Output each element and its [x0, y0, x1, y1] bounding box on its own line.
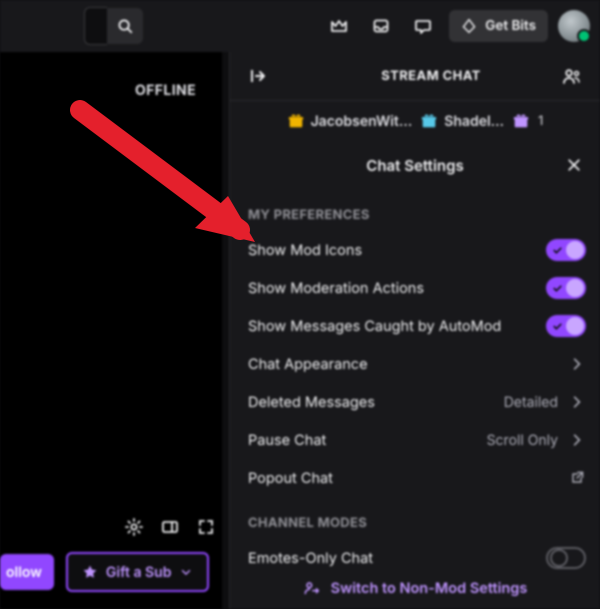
- topbar: Get Bits: [0, 0, 600, 52]
- section-label-channel-modes: CHANNEL MODES: [230, 497, 600, 539]
- pref-label: Show Mod Icons: [248, 242, 546, 259]
- search-wrap: [84, 8, 148, 44]
- theatre-icon: [160, 517, 180, 537]
- chat-header: STREAM CHAT: [230, 52, 600, 101]
- prime-loot-button[interactable]: [323, 10, 355, 42]
- check-icon: [552, 321, 563, 332]
- follow-button[interactable]: ollow: [0, 554, 54, 590]
- pref-label: Emotes-Only Chat: [248, 550, 546, 567]
- collapse-chat-button[interactable]: [242, 60, 274, 92]
- chevron-right-icon: [568, 394, 586, 410]
- search-input[interactable]: [84, 7, 107, 45]
- crown-icon: [329, 16, 349, 36]
- gear-icon: [124, 517, 144, 537]
- toggle[interactable]: [546, 277, 586, 299]
- pref-label: Popout Chat: [248, 470, 568, 487]
- toggle[interactable]: [546, 547, 586, 569]
- gifter-item[interactable]: 1: [512, 112, 543, 130]
- pref-show-mod-actions[interactable]: Show Moderation Actions: [230, 269, 600, 307]
- pref-value: Detailed: [504, 394, 558, 411]
- pref-pause-chat[interactable]: Pause Chat Scroll Only: [230, 421, 600, 459]
- pref-label: Show Moderation Actions: [248, 280, 546, 297]
- settings-gear-button[interactable]: [118, 511, 150, 543]
- gift-icon: [420, 112, 438, 130]
- channel-action-bar: ollow Gift a Sub: [0, 551, 222, 593]
- gifter-name: JacobsenWit…: [311, 113, 413, 130]
- close-button[interactable]: [562, 153, 586, 177]
- gift-icon: [287, 112, 305, 130]
- fullscreen-button[interactable]: [190, 511, 222, 543]
- search-icon: [116, 17, 134, 35]
- gifter-item[interactable]: Shadel…: [420, 112, 504, 130]
- gifter-name: Shadel…: [444, 113, 504, 130]
- pref-value: Scroll Only: [487, 432, 558, 449]
- gift-sub-button[interactable]: Gift a Sub: [66, 552, 210, 592]
- theatre-mode-button[interactable]: [154, 511, 186, 543]
- switch-nonmod-label: Switch to Non-Mod Settings: [331, 580, 528, 597]
- popout-icon: [568, 470, 586, 486]
- check-icon: [552, 283, 563, 294]
- gift-sub-label: Gift a Sub: [106, 564, 172, 581]
- check-icon: [552, 245, 563, 256]
- pref-chat-appearance[interactable]: Chat Appearance: [230, 345, 600, 383]
- pref-emotes-only[interactable]: Emotes-Only Chat: [230, 539, 600, 577]
- chat-header-title: STREAM CHAT: [274, 68, 588, 84]
- inbox-button[interactable]: [365, 10, 397, 42]
- get-bits-label: Get Bits: [485, 18, 536, 34]
- switch-nonmod-link[interactable]: Switch to Non-Mod Settings: [230, 579, 600, 597]
- pref-label: Deleted Messages: [248, 394, 504, 411]
- gifter-item[interactable]: JacobsenWit…: [287, 112, 413, 130]
- pref-label: Show Messages Caught by AutoMod: [248, 318, 546, 335]
- chevron-down-icon: [179, 565, 193, 579]
- chevron-right-icon: [568, 432, 586, 448]
- people-icon: [562, 66, 582, 86]
- avatar[interactable]: [558, 10, 590, 42]
- close-icon: [566, 157, 582, 173]
- gifters-row: JacobsenWit… Shadel… 1: [230, 101, 600, 141]
- section-label-preferences: MY PREFERENCES: [230, 189, 600, 231]
- person-switch-icon: [303, 579, 321, 597]
- pref-show-mod-icons[interactable]: Show Mod Icons: [230, 231, 600, 269]
- pref-label: Chat Appearance: [248, 356, 568, 373]
- toggle[interactable]: [546, 239, 586, 261]
- toggle[interactable]: [546, 315, 586, 337]
- pref-automod[interactable]: Show Messages Caught by AutoMod: [230, 307, 600, 345]
- chat-settings-header: Chat Settings: [230, 141, 600, 189]
- get-bits-button[interactable]: Get Bits: [449, 10, 548, 42]
- pref-label: Pause Chat: [248, 432, 487, 449]
- community-button[interactable]: [556, 60, 588, 92]
- chat-settings-title: Chat Settings: [366, 156, 463, 175]
- pref-popout-chat[interactable]: Popout Chat: [230, 459, 600, 497]
- chevron-right-icon: [568, 356, 586, 372]
- bits-icon: [461, 18, 477, 34]
- follow-button-label: ollow: [6, 564, 42, 581]
- fullscreen-icon: [196, 517, 216, 537]
- search-button[interactable]: [107, 8, 143, 44]
- gifter-count: 1: [538, 113, 543, 129]
- whispers-button[interactable]: [407, 10, 439, 42]
- collapse-right-icon: [248, 66, 268, 86]
- pref-deleted-messages[interactable]: Deleted Messages Detailed: [230, 383, 600, 421]
- gift-icon: [512, 112, 530, 130]
- chat-bubble-icon: [413, 16, 433, 36]
- video-controls: [0, 511, 230, 543]
- star-icon: [82, 564, 98, 580]
- chat-pane: STREAM CHAT JacobsenWit… Shadel… 1 Chat …: [229, 52, 600, 609]
- offline-label: OFFLINE: [135, 82, 196, 99]
- inbox-icon: [371, 16, 391, 36]
